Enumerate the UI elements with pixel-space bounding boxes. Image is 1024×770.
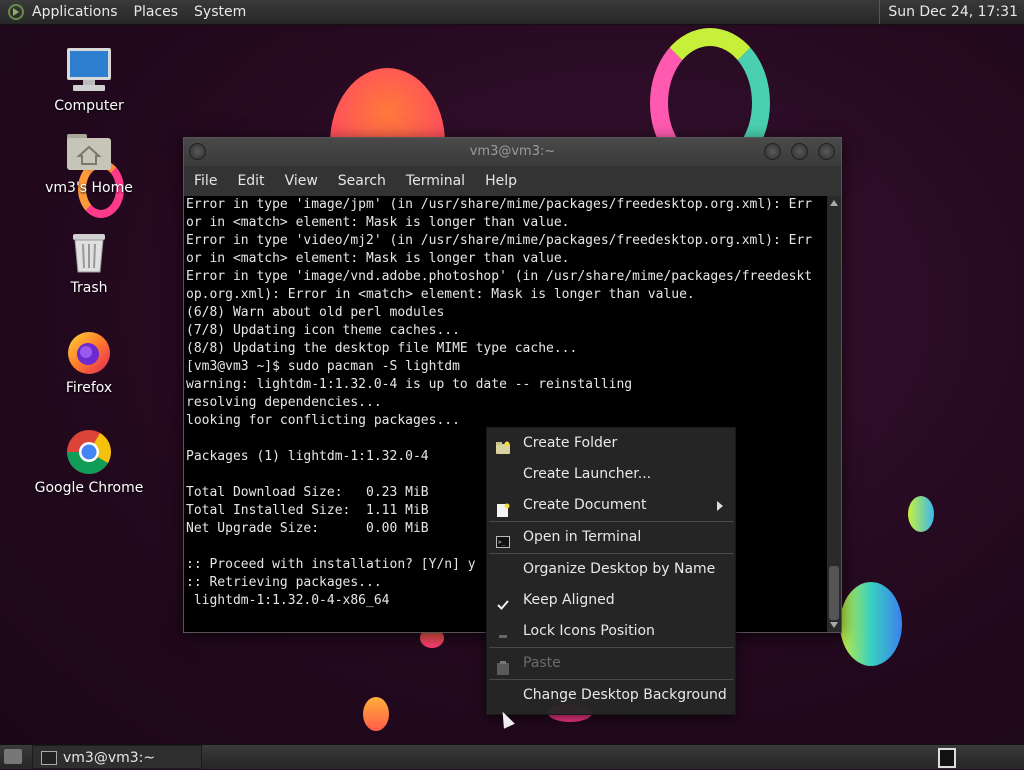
- menu-item-label: Paste: [523, 655, 561, 671]
- minimize-button[interactable]: [764, 143, 781, 160]
- svg-text:>_: >_: [498, 539, 506, 546]
- top-panel: Applications Places System Sun Dec 24, 1…: [0, 0, 1024, 25]
- desktop-icon-label: Firefox: [65, 380, 113, 396]
- applications-menu[interactable]: Applications: [24, 0, 126, 24]
- menu-search[interactable]: Search: [338, 173, 386, 189]
- desktop-icon-computer[interactable]: Computer: [34, 46, 144, 114]
- menu-help[interactable]: Help: [485, 173, 517, 189]
- taskbar-item-terminal[interactable]: vm3@vm3:~: [32, 745, 202, 769]
- scrollbar-thumb[interactable]: [829, 566, 839, 620]
- computer-icon: [65, 46, 113, 94]
- maximize-button[interactable]: [791, 143, 808, 160]
- terminal-line: warning: lightdm-1:1.32.0-4 is up to dat…: [186, 377, 633, 392]
- paste-icon: [496, 656, 510, 675]
- scroll-down-icon[interactable]: [830, 622, 838, 628]
- desktop-icon-label: Trash: [70, 280, 108, 296]
- menu-item-keep-aligned[interactable]: Keep Aligned: [487, 585, 735, 616]
- workspace-switcher[interactable]: [938, 748, 956, 768]
- desktop-icon-home[interactable]: vm3's Home: [34, 128, 144, 196]
- taskbar-item-label: vm3@vm3:~: [63, 750, 156, 766]
- menu-item-paste: Paste: [487, 648, 735, 679]
- submenu-arrow-icon: [717, 501, 723, 511]
- firefox-icon: [65, 328, 113, 376]
- menu-item-create-launcher[interactable]: Create Launcher...: [487, 459, 735, 490]
- desktop-icon-label: Computer: [54, 98, 124, 114]
- terminal-line: (8/8) Updating the desktop file MIME typ…: [186, 341, 578, 356]
- terminal-line: [vm3@vm3 ~]$ sudo pacman -S lightdm: [186, 359, 460, 374]
- terminal-line: or in <match> element: Mask is longer th…: [186, 215, 570, 230]
- dash-icon: [496, 624, 510, 638]
- terminal-line: Error in type 'image/jpm' (in /usr/share…: [186, 197, 813, 212]
- system-menu[interactable]: System: [186, 0, 254, 24]
- terminal-scrollbar[interactable]: [827, 196, 841, 632]
- desktop-icon-trash[interactable]: Trash: [34, 228, 144, 296]
- menu-item-label: Change Desktop Background: [523, 687, 727, 703]
- home-folder-icon: [65, 128, 113, 176]
- chrome-icon: [65, 428, 113, 476]
- terminal-line: Error in type 'image/vnd.adobe.photoshop…: [186, 269, 813, 284]
- menu-view[interactable]: View: [285, 173, 318, 189]
- terminal-icon: >_: [496, 530, 510, 548]
- menu-item-create-folder[interactable]: Create Folder: [487, 428, 735, 459]
- desktop-icon-label: Google Chrome: [34, 480, 144, 496]
- desktop-context-menu: Create Folder Create Launcher... Create …: [486, 427, 736, 715]
- terminal-line: Error in type 'video/mj2' (in /usr/share…: [186, 233, 813, 248]
- close-button[interactable]: [818, 143, 835, 160]
- menu-item-label: Open in Terminal: [523, 529, 642, 545]
- terminal-line: (6/8) Warn about old perl modules: [186, 305, 445, 320]
- checkmark-icon: [496, 593, 510, 610]
- terminal-menubar: File Edit View Search Terminal Help: [184, 166, 841, 196]
- bottom-panel: vm3@vm3:~: [0, 744, 1024, 769]
- menu-item-lock-icons-position[interactable]: Lock Icons Position: [487, 616, 735, 647]
- menu-item-label: Keep Aligned: [523, 592, 615, 608]
- menu-terminal[interactable]: Terminal: [406, 173, 465, 189]
- wallpaper-small-orange-blob: [363, 697, 389, 731]
- wallpaper-blue-blob: [840, 582, 902, 666]
- trash-icon: [65, 228, 113, 276]
- menu-item-create-document[interactable]: Create Document: [487, 490, 735, 521]
- menu-item-label: Create Launcher...: [523, 466, 652, 482]
- terminal-line: or in <match> element: Mask is longer th…: [186, 251, 570, 266]
- document-icon: [496, 498, 510, 517]
- desktop-icon-chrome[interactable]: Google Chrome: [34, 428, 144, 496]
- wallpaper-teal-blob: [908, 496, 934, 532]
- folder-icon: [496, 436, 510, 454]
- terminal-line: resolving dependencies...: [186, 395, 382, 410]
- places-menu[interactable]: Places: [126, 0, 187, 24]
- menu-item-organize-by-name[interactable]: Organize Desktop by Name: [487, 554, 735, 585]
- menu-item-label: Organize Desktop by Name: [523, 561, 716, 577]
- terminal-line: op.org.xml): Error in <match> element: M…: [186, 287, 695, 302]
- menu-item-open-in-terminal[interactable]: >_ Open in Terminal: [487, 522, 735, 553]
- clock[interactable]: Sun Dec 24, 17:31: [879, 0, 1018, 24]
- menu-item-change-background[interactable]: Change Desktop Background: [487, 680, 735, 711]
- menu-item-label: Create Document: [523, 497, 647, 513]
- terminal-icon: [41, 751, 57, 765]
- menu-file[interactable]: File: [194, 173, 217, 189]
- desktop-icon-firefox[interactable]: Firefox: [34, 328, 144, 396]
- terminal-line: (7/8) Updating icon theme caches...: [186, 323, 460, 338]
- distro-logo-icon[interactable]: [8, 4, 24, 20]
- show-desktop-icon[interactable]: [4, 749, 22, 764]
- menu-item-label: Lock Icons Position: [523, 623, 655, 639]
- menu-edit[interactable]: Edit: [237, 173, 264, 189]
- desktop-icon-label: vm3's Home: [45, 180, 133, 196]
- window-title: vm3@vm3:~: [469, 144, 556, 159]
- menu-item-label: Create Folder: [523, 435, 618, 451]
- terminal-titlebar[interactable]: vm3@vm3:~: [184, 138, 841, 166]
- scroll-up-icon[interactable]: [830, 200, 838, 206]
